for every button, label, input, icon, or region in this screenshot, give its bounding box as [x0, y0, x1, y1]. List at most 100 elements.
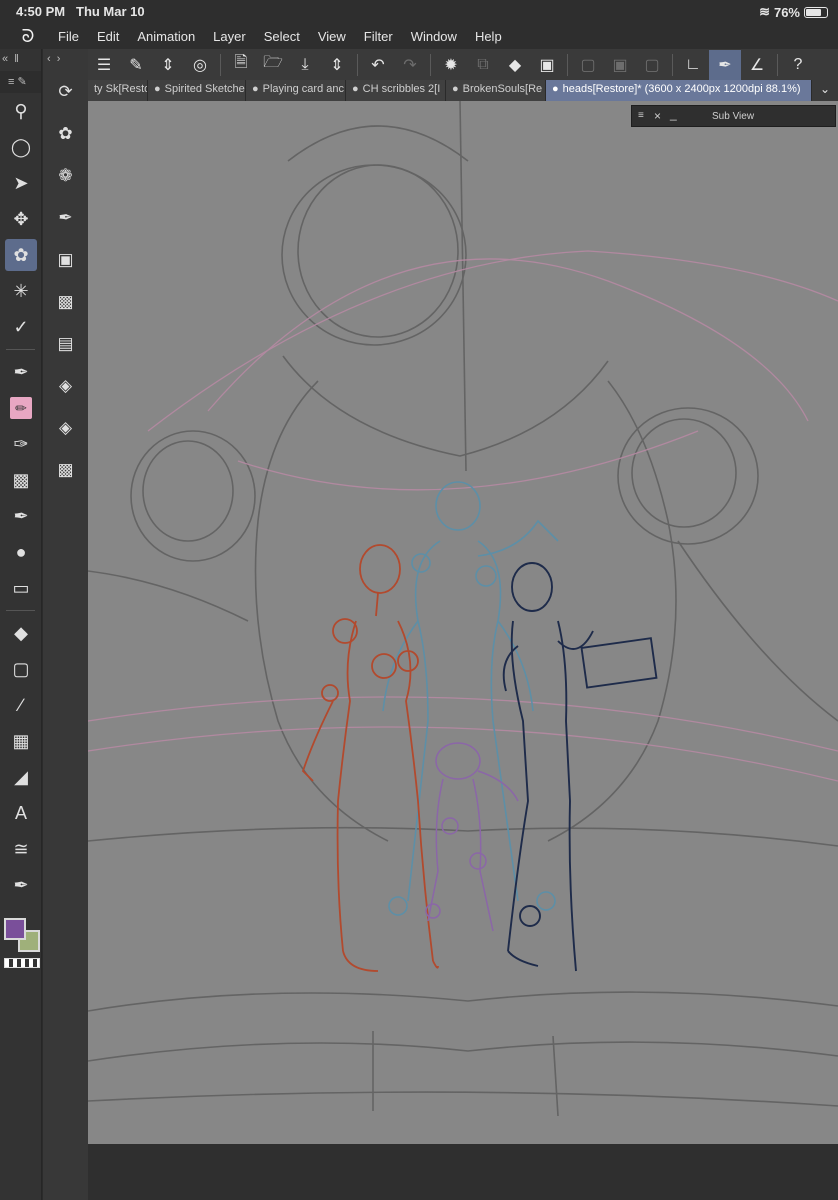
invert-selection-icon[interactable]: ▣ — [604, 50, 636, 80]
line-icon[interactable]: ∕ — [0, 687, 42, 723]
menu-bar: ᘐ File Edit Animation Layer Select View … — [0, 24, 838, 49]
fill-icon[interactable]: ◆ — [0, 615, 42, 651]
tool-palette: « ‖ ≡ ✎ ⚲ ◯ ➤ ✥ ✿ ✳ ✓ ✒ ✏ ✑ ▩ ✒ ● ▭ ◆ ▢ … — [0, 49, 42, 1200]
tab-document[interactable]: ● Playing card anc — [246, 80, 346, 101]
hamburger-menu-icon[interactable]: ☰ — [88, 50, 120, 80]
close-icon[interactable]: × — [654, 109, 661, 123]
airbrush-icon[interactable]: ▩ — [0, 462, 42, 498]
divider — [672, 53, 673, 76]
menu-edit[interactable]: Edit — [95, 29, 131, 44]
sketch-artwork — [88, 101, 838, 1117]
selection-frame-icon[interactable]: ▢ — [636, 50, 668, 80]
blend-icon[interactable]: ● — [0, 534, 42, 570]
move-layer-icon[interactable]: ✥ — [0, 201, 42, 237]
divider — [567, 53, 568, 76]
balloon-icon[interactable]: ≅ — [0, 831, 42, 867]
menu-animation[interactable]: Animation — [135, 29, 207, 44]
menu-select[interactable]: Select — [262, 29, 312, 44]
companion-icon[interactable]: ◎ — [184, 50, 216, 80]
battery-icon — [804, 6, 828, 18]
tab-label: heads[Restore]* (3600 x 2400px 1200dpi 8… — [562, 83, 801, 95]
pencil-icon[interactable]: ✏ — [0, 390, 42, 426]
menu-filter[interactable]: Filter — [362, 29, 405, 44]
chevron-down-icon[interactable]: ⌄ — [812, 80, 838, 101]
canvas-bottom-bar — [88, 1144, 838, 1200]
command-bar: ☰ ✎ ⇕ ◎ 🗎 🗁 ⤓ ⇕ ↶ ↷ ✹ ⧉ ◆ ▣ ▢ ▣ ▢ ∟ ✒ ∠ … — [88, 49, 838, 80]
layers-icon[interactable]: ◈ — [43, 407, 88, 449]
chevron-updown-icon[interactable]: ⇕ — [321, 50, 353, 80]
divider — [777, 53, 778, 76]
eyedropper-icon[interactable]: ✓ — [0, 309, 42, 345]
decoration-icon[interactable]: ✒ — [0, 498, 42, 534]
clear-selection-icon[interactable]: ▢ — [572, 50, 604, 80]
tab-document[interactable]: ty Sk[Resto — [88, 80, 148, 101]
magic-wand-icon[interactable]: ✳ — [0, 273, 42, 309]
loading-icon[interactable]: ✹ — [435, 50, 467, 80]
pen-icon[interactable]: ✒ — [0, 354, 42, 390]
selection-pen-icon[interactable]: ❁ — [43, 155, 88, 197]
redo-icon[interactable]: ↷ — [394, 50, 426, 80]
lasso-select-icon[interactable]: ✿ — [43, 113, 88, 155]
divider — [220, 53, 221, 76]
eraser-icon[interactable]: ▭ — [0, 570, 42, 606]
gradient-icon[interactable]: ▢ — [0, 651, 42, 687]
magnifier-icon[interactable]: ⚲ — [0, 93, 42, 129]
ruler-snap-icon[interactable]: ∠ — [741, 50, 773, 80]
tab-document[interactable]: ● BrokenSouls[Re — [446, 80, 546, 101]
minimize-icon[interactable]: _ — [670, 107, 677, 121]
lasso-icon[interactable]: ✿ — [0, 237, 42, 273]
menu-layer[interactable]: Layer — [211, 29, 258, 44]
tab-document-active[interactable]: ● heads[Restore]* (3600 x 2400px 1200dpi … — [546, 80, 812, 101]
transparent-color-swatch[interactable] — [4, 958, 40, 968]
tab-label: Playing card anc — [262, 83, 344, 95]
menu-file[interactable]: File — [56, 29, 91, 44]
snap-icon[interactable]: ∟ — [677, 50, 709, 80]
object-icon[interactable]: ➤ — [0, 165, 42, 201]
shrink-select-icon[interactable]: ✒ — [43, 197, 88, 239]
new-file-icon[interactable]: 🗎 — [225, 50, 257, 80]
transform-icon[interactable]: ▣ — [531, 50, 563, 80]
move-view-icon[interactable]: ◯ — [0, 129, 42, 165]
quick-access-icon[interactable]: ✎ — [120, 50, 152, 80]
grip-icon[interactable]: ≡ — [638, 110, 644, 121]
undo-icon[interactable]: ↶ — [362, 50, 394, 80]
rotate-view-icon[interactable]: ⟳ — [43, 71, 88, 113]
brush-stroke-icon[interactable]: ✒ — [709, 49, 741, 80]
subtool-palette: ‹ › ⟳ ✿ ❁ ✒ ▣ ▩ ▤ ◈ ◈ ▩ — [43, 49, 88, 1200]
pattern-icon[interactable]: ▩ — [43, 281, 88, 323]
menu-window[interactable]: Window — [409, 29, 469, 44]
chevron-updown-icon[interactable]: ⇕ — [152, 50, 184, 80]
drawing-canvas[interactable] — [88, 101, 838, 1144]
film-icon[interactable]: ▤ — [43, 323, 88, 365]
battery-percent: 76% — [773, 4, 800, 20]
divider — [357, 53, 358, 76]
tab-document[interactable]: ● CH scribbles 2[I — [346, 80, 446, 101]
menu-view[interactable]: View — [316, 29, 358, 44]
help-icon[interactable]: ? — [782, 50, 814, 80]
app-logo-icon[interactable]: ᘐ — [0, 26, 56, 47]
save-icon[interactable]: ⤓ — [289, 50, 321, 80]
text-icon[interactable]: A — [0, 795, 42, 831]
color-swatches — [2, 914, 42, 974]
copy-layer-icon[interactable]: ⧉ — [467, 50, 499, 80]
frame-icon[interactable]: ▦ — [0, 723, 42, 759]
sub-view-title: Sub View — [712, 111, 755, 122]
layer-stack-icon[interactable]: ◈ — [43, 365, 88, 407]
tab-document[interactable]: ● Spirited Sketche — [148, 80, 246, 101]
sub-view-panel[interactable]: ≡ × _ Sub View — [631, 105, 836, 127]
main-color-swatch[interactable] — [4, 918, 26, 940]
texture-icon[interactable]: ▩ — [43, 449, 88, 491]
divider — [6, 349, 35, 350]
brush-icon[interactable]: ✑ — [0, 426, 42, 462]
ruler-icon[interactable]: ◢ — [0, 759, 42, 795]
status-date: Thu Mar 10 — [76, 4, 145, 19]
correct-line-icon[interactable]: ✒ — [0, 867, 42, 903]
status-time: 4:50 PM — [16, 4, 66, 19]
subtool-header: ‹ › — [47, 53, 61, 65]
divider — [430, 53, 431, 76]
fill-icon[interactable]: ◆ — [499, 50, 531, 80]
open-folder-icon[interactable]: 🗁 — [257, 50, 289, 80]
menu-help[interactable]: Help — [473, 29, 514, 44]
frame-border-icon[interactable]: ▣ — [43, 239, 88, 281]
document-tabs: ty Sk[Resto ● Spirited Sketche ● Playing c… — [88, 80, 838, 101]
